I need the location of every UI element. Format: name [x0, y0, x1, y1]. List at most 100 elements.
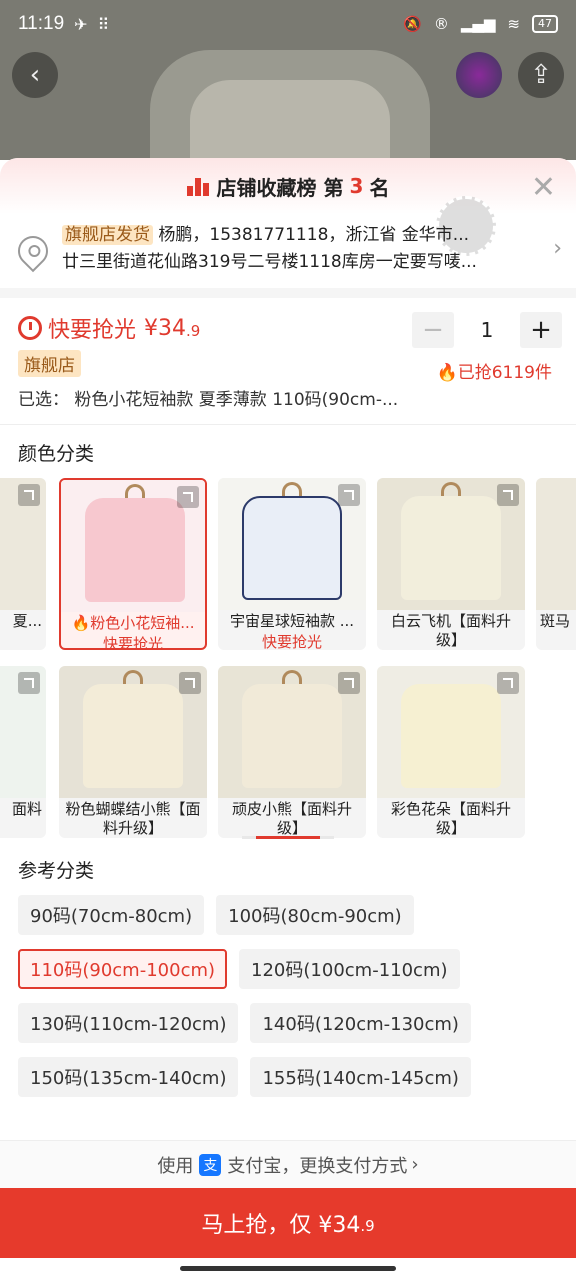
back-button[interactable]: ‹	[12, 52, 58, 98]
rank-number: 3	[349, 174, 364, 198]
expand-icon[interactable]	[497, 672, 519, 694]
size-chip[interactable]: 155码(140cm-145cm)	[250, 1057, 471, 1097]
size-chip[interactable]: 100码(80cm-90cm)	[216, 895, 414, 935]
color-option-image	[0, 666, 46, 798]
status-left-icons: ✈ ⠿	[74, 15, 109, 34]
payment-text: 支付宝，更换支付方式	[227, 1155, 408, 1177]
chevron-right-icon: ›	[553, 236, 562, 261]
color-option-label: 粉色蝴蝶结小熊【面料升级】	[65, 800, 201, 837]
size-chip-selected[interactable]: 110码(90cm-100cm)	[18, 949, 228, 989]
size-row: 150码(135cm-140cm) 155码(140cm-145cm)	[18, 1057, 558, 1097]
share-button[interactable]: ⇪	[518, 52, 564, 98]
size-chip[interactable]: 120码(100cm-110cm)	[239, 949, 460, 989]
price-main: 34	[158, 315, 187, 341]
color-option-label: 宇宙星球短袖款 ...	[229, 612, 355, 630]
color-option-card[interactable]: 斑马	[536, 478, 576, 650]
status-bar: 11:19 ✈ ⠿ 🔕 ® ▂▄▆ ≋ 47	[0, 0, 576, 48]
wifi-icon: ≋	[507, 15, 520, 33]
color-option-card[interactable]: 白云飞机【面料升级】	[377, 478, 525, 650]
size-chip[interactable]: 150码(135cm-140cm)	[18, 1057, 239, 1097]
registered-icon: ®	[433, 15, 449, 33]
size-options: 90码(70cm-80cm) 100码(80cm-90cm) 110码(90cm…	[0, 895, 576, 1097]
payment-method-bar[interactable]: 使用 支 支付宝，更换支付方式 ›	[0, 1140, 576, 1188]
size-section-title: 参考分类	[18, 860, 95, 882]
store-rank-banner[interactable]: 店铺收藏榜 第 3 名 ✕	[0, 158, 576, 214]
address-line-1: 杨鹏，15381771118，浙江省 金华市...	[158, 225, 469, 245]
address-text: 旗舰店发货 杨鹏，15381771118，浙江省 金华市... 廿三里街道花仙路…	[62, 222, 553, 276]
sold-count-text: 已抢6119件	[457, 363, 552, 383]
color-option-label: 斑马	[540, 612, 571, 630]
divider	[0, 288, 576, 298]
status-right-icons: 🔕 ® ▂▄▆ ≋ 47	[403, 15, 558, 33]
decrement-button[interactable]: −	[412, 312, 454, 348]
expand-icon[interactable]	[338, 672, 360, 694]
sold-count: 🔥已抢6119件	[436, 363, 552, 383]
scroll-indicator	[242, 836, 334, 839]
signal-icon: ▂▄▆	[460, 15, 496, 33]
color-option-card[interactable]: 宇宙星球短袖款 ... 快要抢光	[218, 478, 366, 650]
alarm-clock-icon	[18, 316, 42, 340]
home-indicator[interactable]	[180, 1266, 396, 1271]
telegram-icon: ✈	[74, 14, 88, 34]
expand-icon[interactable]	[497, 484, 519, 506]
color-option-card[interactable]: 粉色蝴蝶结小熊【面料升级】	[59, 666, 207, 838]
buy-now-button[interactable]: 马上抢，仅 ¥34 .9	[0, 1188, 576, 1258]
grid-icon: ⠿	[97, 14, 110, 34]
expand-icon[interactable]	[338, 484, 360, 506]
color-option-card[interactable]: 顽皮小熊【面料升级】	[218, 666, 366, 838]
size-chip[interactable]: 130码(110cm-120cm)	[18, 1003, 239, 1043]
expand-icon[interactable]	[177, 486, 199, 508]
location-pin-icon	[11, 229, 55, 273]
buy-button-decimal: .9	[360, 1217, 375, 1235]
color-option-image	[61, 480, 205, 612]
increment-button[interactable]: +	[520, 312, 562, 348]
sku-selector-sheet: 店铺收藏榜 第 3 名 ✕ 旗舰店发货 杨鹏，15381771118，浙江省 金…	[0, 158, 576, 1280]
color-option-label: 🔥粉色小花短袖...	[71, 614, 195, 632]
buy-button-label: 马上抢，仅 ¥34	[201, 1213, 361, 1238]
color-option-image	[377, 666, 525, 798]
color-option-card[interactable]: 夏...	[0, 478, 46, 650]
color-option-label: 顽皮小熊【面料升级】	[231, 800, 352, 837]
chevron-left-icon: ‹	[29, 60, 41, 90]
share-icon: ⇪	[530, 60, 552, 90]
color-option-image	[218, 666, 366, 798]
ranking-icon	[186, 176, 209, 196]
color-option-card-selected[interactable]: 🔥粉色小花短袖... 快要抢光	[59, 478, 207, 650]
expand-icon[interactable]	[18, 484, 40, 506]
size-row: 90码(70cm-80cm) 100码(80cm-90cm)	[18, 895, 558, 935]
color-option-label: 彩色花朵【面料升级】	[390, 800, 511, 837]
mute-icon: 🔕	[403, 15, 422, 33]
rank-suffix: 名	[369, 175, 390, 200]
expand-icon[interactable]	[18, 672, 40, 694]
color-option-label: 面料	[11, 800, 42, 818]
chevron-right-icon: ›	[411, 1154, 419, 1175]
color-option-image	[59, 666, 207, 798]
store-tag: 旗舰店	[18, 350, 81, 377]
close-icon[interactable]: ✕	[531, 170, 556, 205]
urgency-label: 快要抢光	[48, 318, 137, 343]
rank-prefix: 店铺收藏榜 第	[216, 175, 344, 200]
flagship-ship-tag: 旗舰店发货	[62, 225, 153, 245]
status-time: 11:19	[18, 13, 65, 34]
size-row: 110码(90cm-100cm) 120码(100cm-110cm)	[18, 949, 558, 989]
alipay-icon: 支	[199, 1153, 222, 1176]
color-option-card[interactable]: 面料	[0, 666, 46, 838]
live-avatar-button[interactable]	[456, 52, 502, 98]
color-option-image	[377, 478, 525, 610]
hot-label: 快要抢光	[102, 635, 163, 650]
hot-label: 快要抢光	[261, 633, 322, 650]
expand-icon[interactable]	[179, 672, 201, 694]
price-area: 快要抢光 ¥ 34 .9 旗舰店 已选： 粉色小花短袖款 夏季薄款 110码(9…	[0, 298, 576, 424]
color-option-card[interactable]: 彩色花朵【面料升级】	[377, 666, 525, 838]
quantity-value[interactable]: 1	[454, 318, 520, 342]
color-option-image	[536, 478, 576, 610]
address-line-2: 廿三里街道花仙路319号二号楼1118库房一定要写唛...	[62, 252, 477, 272]
color-option-label: 夏...	[12, 612, 42, 630]
shipping-address[interactable]: 旗舰店发货 杨鹏，15381771118，浙江省 金华市... 廿三里街道花仙路…	[0, 214, 576, 288]
color-option-image	[218, 478, 366, 610]
selected-summary: 已选： 粉色小花短袖款 夏季薄款 110码(90cm-...	[18, 390, 399, 410]
size-chip[interactable]: 140码(120cm-130cm)	[250, 1003, 471, 1043]
payment-prefix: 使用	[157, 1155, 194, 1177]
quantity-stepper: − 1 +	[412, 312, 562, 348]
size-chip[interactable]: 90码(70cm-80cm)	[18, 895, 205, 935]
